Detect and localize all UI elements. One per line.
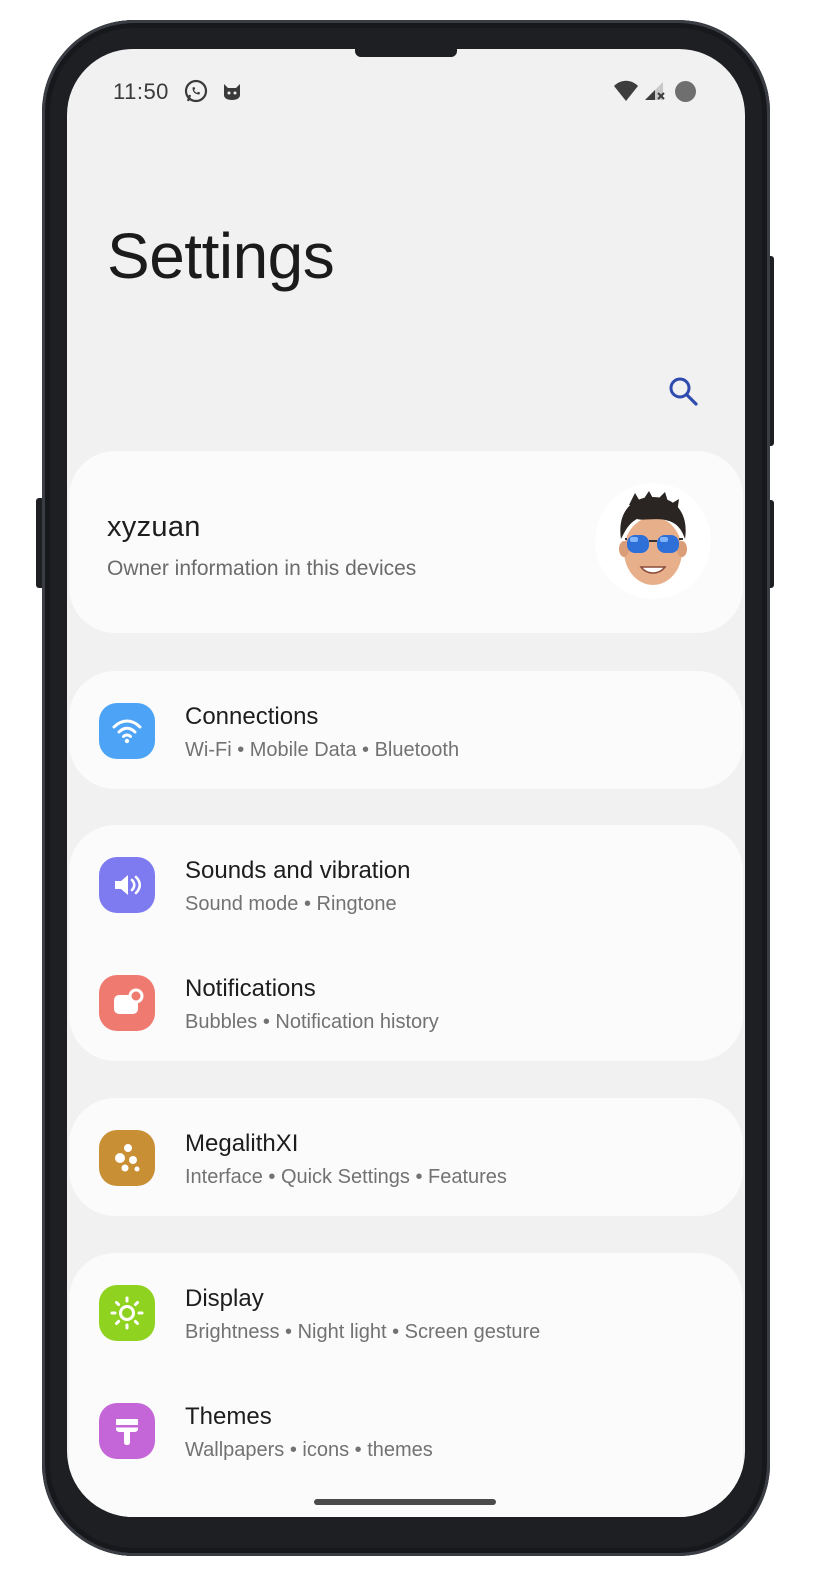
settings-item-display[interactable]: Display Brightness • Night light • Scree… bbox=[69, 1257, 743, 1367]
settings-item-subtitle: Bubbles • Notification history bbox=[185, 1011, 439, 1033]
display-tile bbox=[99, 1285, 155, 1341]
settings-item-subtitle: Wi-Fi • Mobile Data • Bluetooth bbox=[185, 739, 460, 761]
notification-icon bbox=[114, 988, 144, 1014]
settings-group-megalith: MegalithXI Interface • Quick Settings • … bbox=[69, 1098, 743, 1216]
home-indicator[interactable] bbox=[314, 1499, 496, 1505]
profile-card[interactable]: xyzuan Owner information in this devices bbox=[69, 451, 743, 633]
settings-item-megalith[interactable]: MegalithXI Interface • Quick Settings • … bbox=[69, 1102, 743, 1212]
phone-screen: 11:50 Settings xyzuan Owner information … bbox=[67, 49, 745, 1517]
settings-group-sound-notifications: Sounds and vibration Sound mode • Ringto… bbox=[69, 825, 743, 1061]
avatar[interactable] bbox=[595, 483, 711, 599]
sounds-tile bbox=[99, 857, 155, 913]
page-title: Settings bbox=[107, 220, 335, 292]
megalith-icon bbox=[115, 1144, 140, 1172]
profile-subtitle: Owner information in this devices bbox=[107, 557, 417, 580]
settings-group-display-themes: Display Brightness • Night light • Scree… bbox=[69, 1253, 743, 1517]
megalith-tile bbox=[99, 1130, 155, 1186]
search-icon[interactable] bbox=[665, 373, 701, 409]
settings-item-title: Sounds and vibration bbox=[185, 857, 411, 884]
settings-item-title: Notifications bbox=[185, 975, 316, 1002]
settings-item-title: MegalithXI bbox=[185, 1130, 299, 1157]
settings-item-title: Connections bbox=[185, 703, 319, 730]
settings-item-title: Display bbox=[185, 1285, 264, 1312]
memoji-avatar-icon bbox=[619, 491, 687, 585]
settings-item-connections[interactable]: Connections Wi-Fi • Mobile Data • Blueto… bbox=[69, 675, 743, 785]
settings-item-subtitle: Brightness • Night light • Screen gestur… bbox=[185, 1321, 541, 1343]
connections-tile bbox=[99, 703, 155, 759]
settings-group-connections: Connections Wi-Fi • Mobile Data • Blueto… bbox=[69, 671, 743, 789]
speaker-icon bbox=[115, 875, 142, 895]
themes-tile bbox=[99, 1403, 155, 1459]
notifications-tile bbox=[99, 975, 155, 1031]
sun-icon bbox=[110, 1296, 144, 1330]
settings-item-subtitle: Wallpapers • icons • themes bbox=[185, 1439, 433, 1461]
cat-icon bbox=[224, 84, 240, 100]
settings-item-subtitle: Interface • Quick Settings • Features bbox=[185, 1166, 507, 1188]
signal-icon bbox=[645, 82, 665, 100]
settings-item-sounds[interactable]: Sounds and vibration Sound mode • Ringto… bbox=[69, 829, 743, 939]
brush-icon bbox=[116, 1419, 138, 1445]
settings-item-title: Themes bbox=[185, 1403, 272, 1430]
profile-name: xyzuan bbox=[107, 511, 201, 543]
whatsapp-icon bbox=[184, 79, 208, 103]
settings-item-notifications[interactable]: Notifications Bubbles • Notification his… bbox=[69, 947, 743, 1057]
status-time: 11:50 bbox=[113, 79, 169, 104]
wifi-icon bbox=[614, 80, 638, 101]
wifi-icon bbox=[112, 719, 142, 744]
battery-icon bbox=[675, 81, 696, 102]
settings-item-themes[interactable]: Themes Wallpapers • icons • themes bbox=[69, 1375, 743, 1485]
status-bar: 11:50 bbox=[67, 49, 745, 139]
settings-item-subtitle: Sound mode • Ringtone bbox=[185, 893, 397, 915]
